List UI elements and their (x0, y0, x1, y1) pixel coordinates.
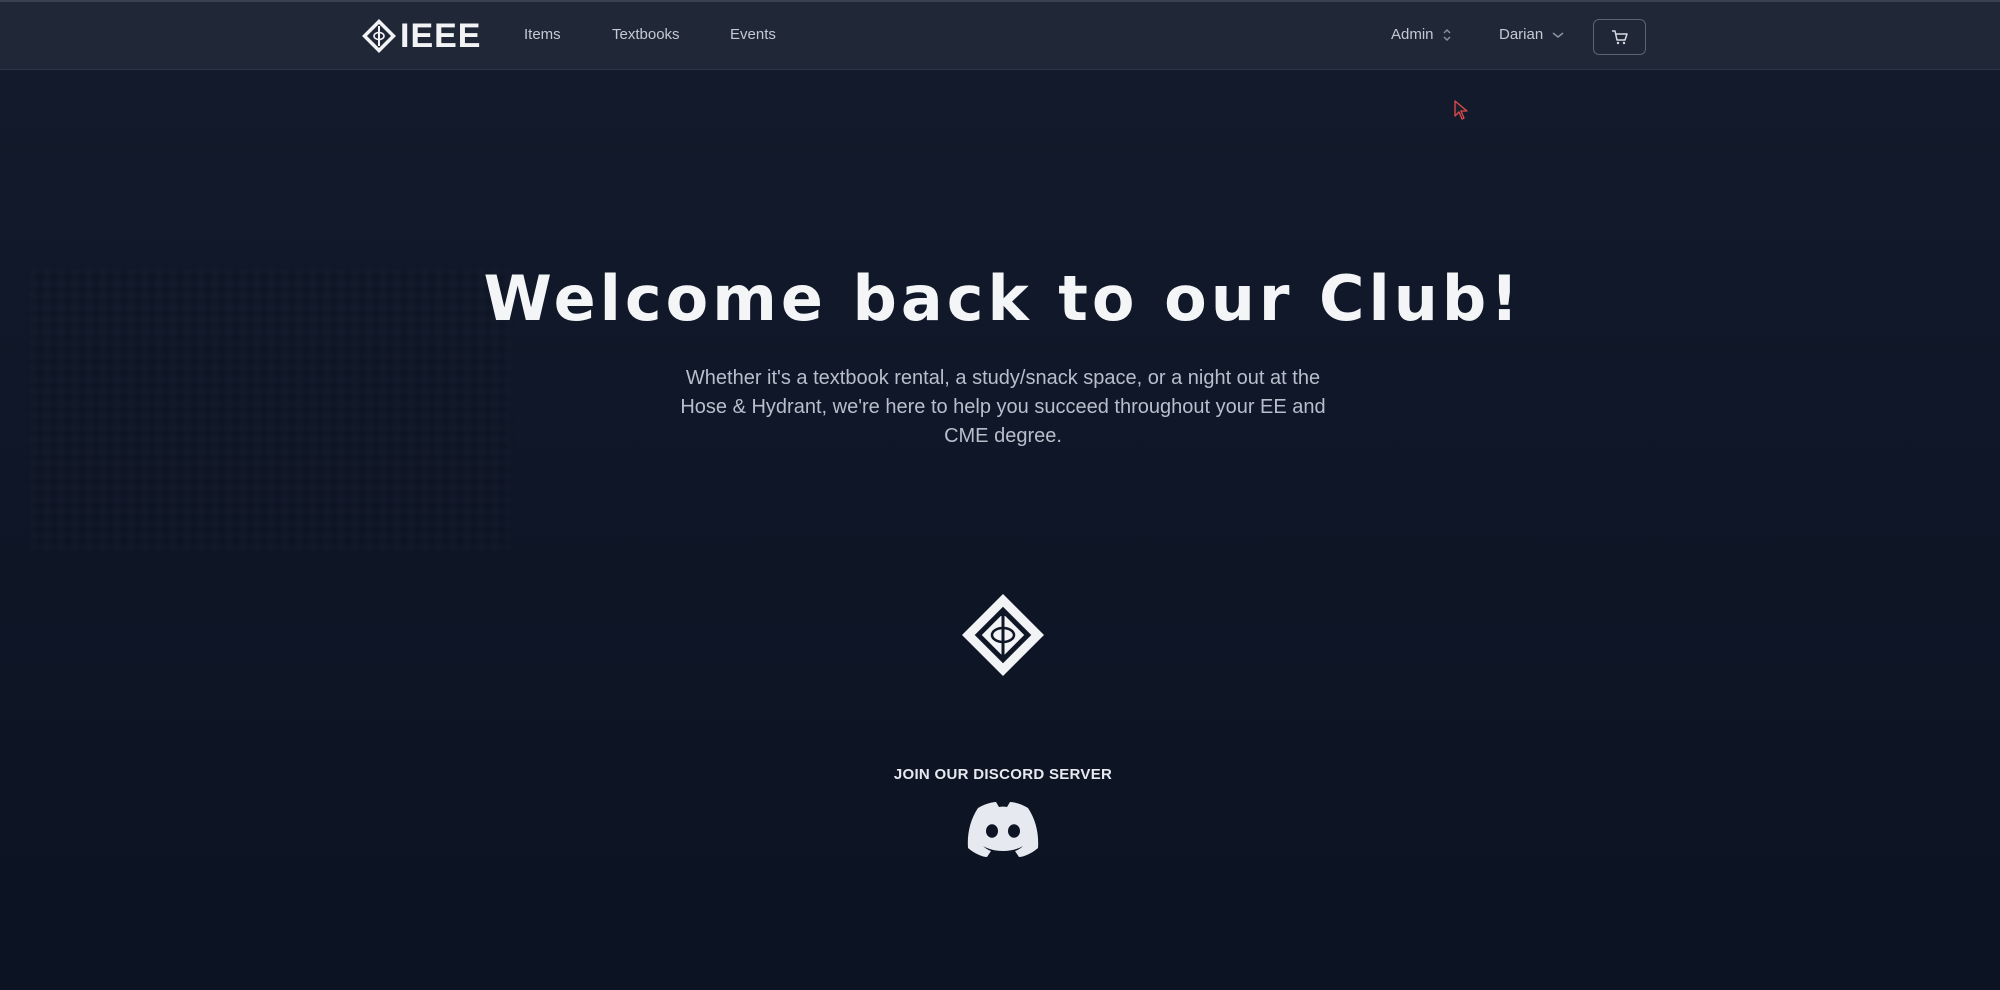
admin-menu[interactable]: Admin (1391, 26, 1452, 43)
chevron-updown-icon (1443, 28, 1451, 41)
user-menu-label: Darian (1499, 26, 1544, 43)
chevron-down-icon (1552, 31, 1564, 38)
admin-menu-label: Admin (1391, 26, 1434, 43)
mouse-cursor-icon (1454, 100, 1468, 120)
navbar: IEEE Items Textbooks Events Admin Darian (0, 0, 2000, 70)
discord-icon[interactable] (966, 800, 1040, 858)
nav-link-events[interactable]: Events (730, 26, 776, 43)
hero-title: Welcome back to our Club! (483, 262, 1523, 335)
shopping-cart-icon (1611, 30, 1628, 45)
page: IEEE Items Textbooks Events Admin Darian (0, 0, 2000, 990)
user-menu[interactable]: Darian (1499, 26, 1565, 43)
brand-home-link[interactable]: IEEE (362, 16, 482, 55)
hero-subtitle: Whether it's a textbook rental, a study/… (680, 367, 1326, 447)
discord-label: JOIN OUR DISCORD SERVER (893, 766, 1113, 783)
brand-text: IEEE (400, 16, 482, 55)
ieee-diamond-logo-icon (362, 19, 396, 53)
ieee-diamond-logo-icon (961, 593, 1045, 677)
nav-link-textbooks[interactable]: Textbooks (612, 26, 680, 43)
cart-button[interactable] (1593, 19, 1646, 55)
nav-link-items[interactable]: Items (524, 26, 561, 43)
